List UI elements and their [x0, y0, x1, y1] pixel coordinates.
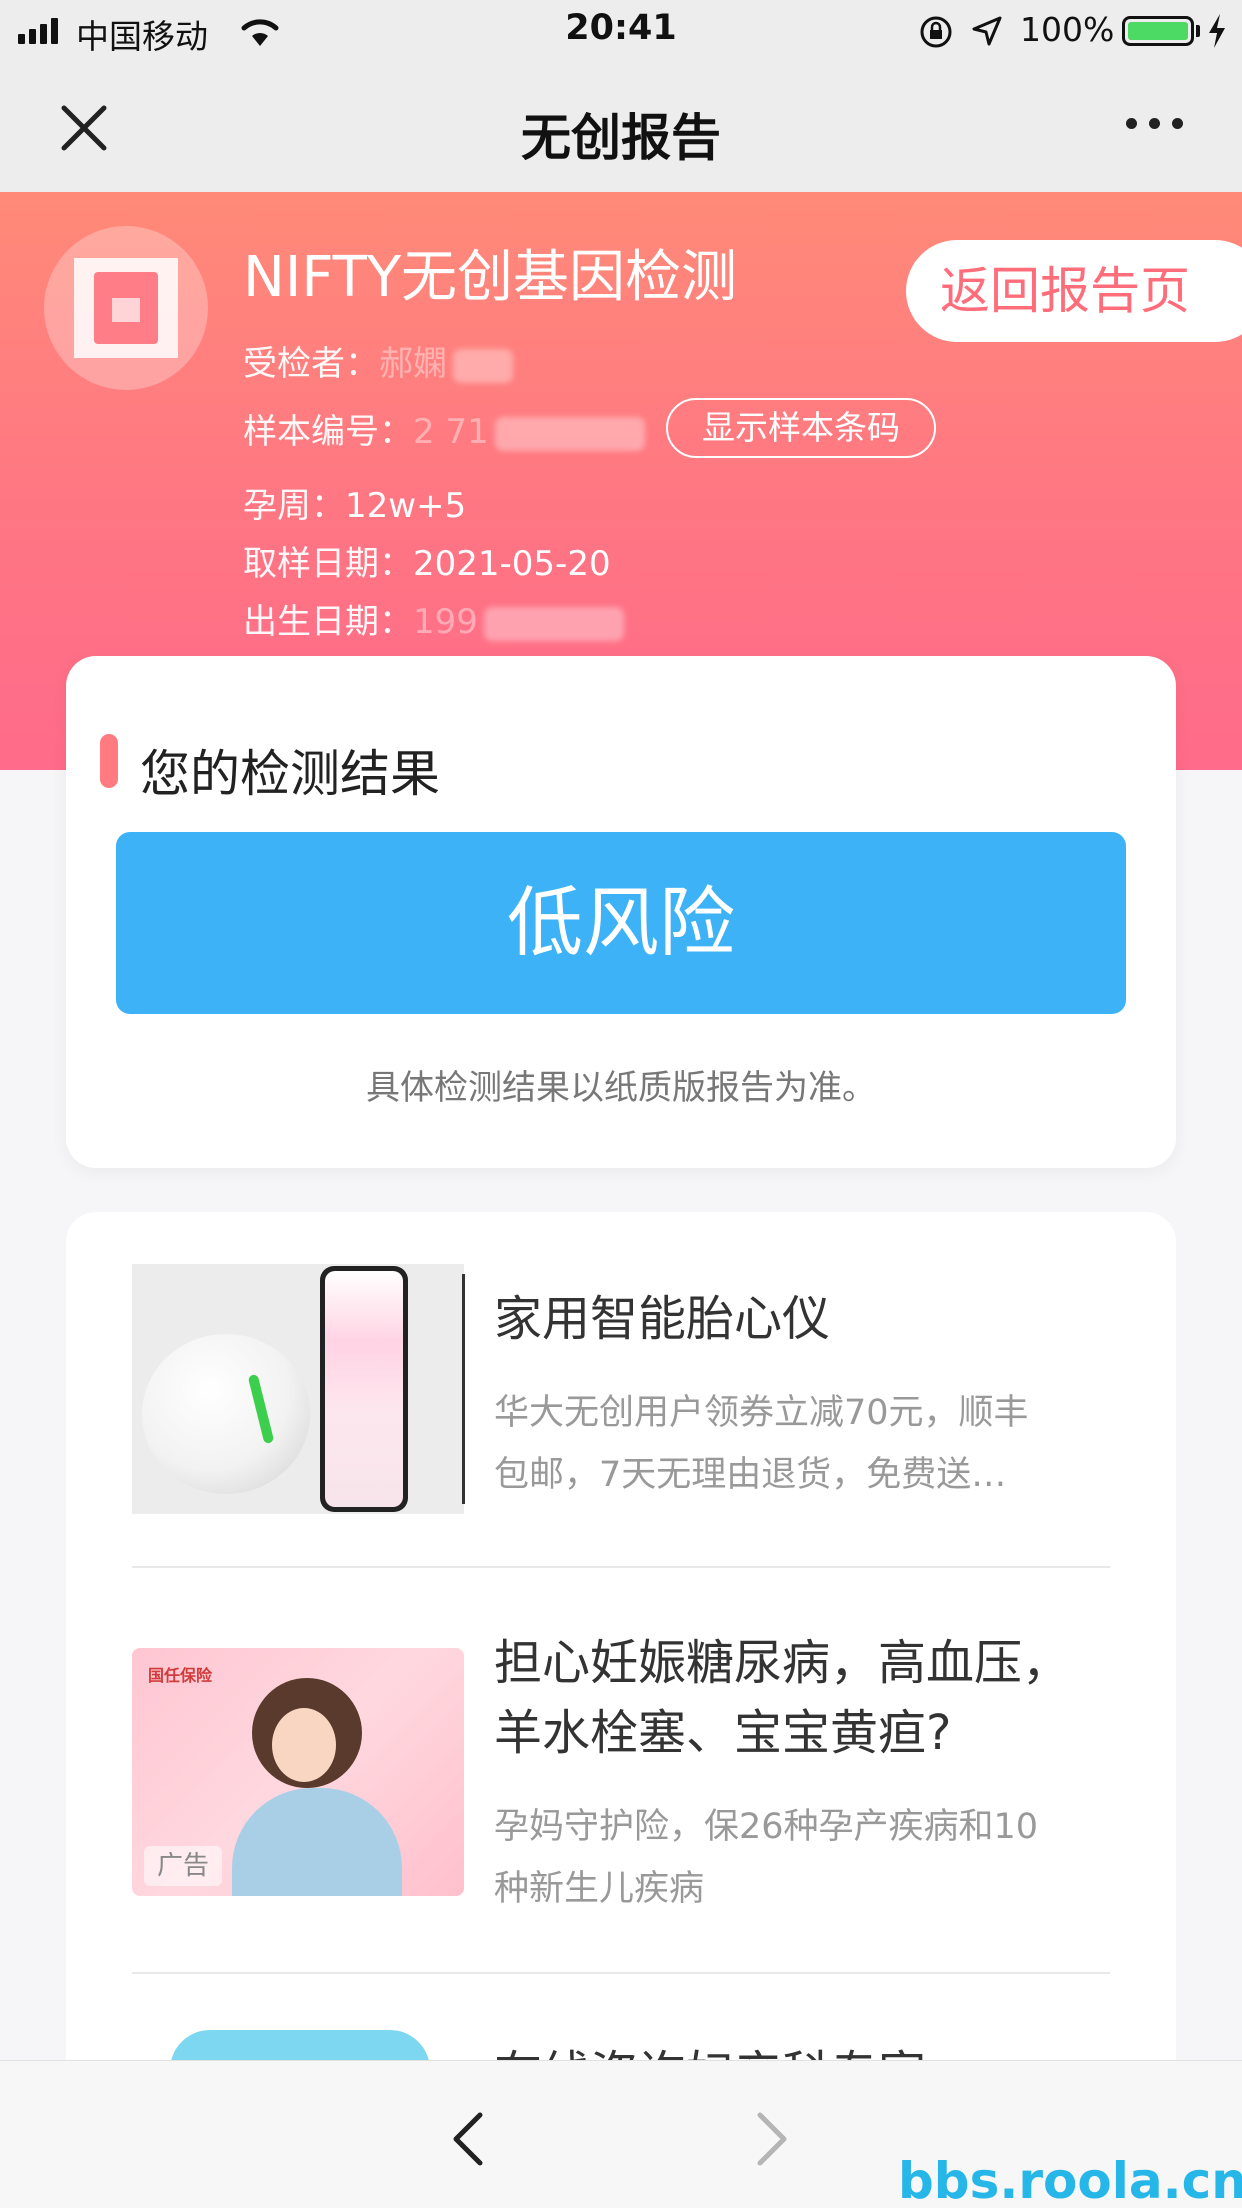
sample-label: 样本编号： [243, 412, 413, 452]
show-barcode-button[interactable]: 显示样本条码 [666, 398, 936, 458]
report-logo [44, 226, 208, 390]
divider [132, 1972, 1110, 1974]
image-divider [462, 1274, 465, 1504]
ad-2-desc-line2: 种新生儿疾病 [494, 1869, 705, 1909]
status-bar: 中国移动 20:41 100% [0, 0, 1242, 62]
battery-tip [1196, 25, 1200, 37]
gestation-value: 12w+5 [345, 486, 467, 526]
ad-2-title-line2[interactable]: 羊水栓塞、宝宝黄疸? [494, 1700, 951, 1766]
location-icon [972, 16, 1002, 46]
sample-value: 2 71 [413, 412, 489, 452]
gestation-label: 孕周： [243, 486, 345, 526]
divider [132, 1566, 1110, 1568]
ad-2-title-line1[interactable]: 担心妊娠糖尿病，高血压， [494, 1630, 1070, 1696]
sample-row: 样本编号：2 71 [243, 404, 645, 453]
sample-date-row: 取样日期：2021-05-20 [243, 536, 611, 585]
ad-1-desc-line1: 华大无创用户领券立减70元，顺丰 [494, 1393, 1029, 1433]
rotation-lock-icon [920, 16, 952, 48]
document-icon [94, 272, 158, 344]
page-title: 无创报告 [521, 109, 721, 167]
more-icon[interactable] [1126, 118, 1183, 129]
ad-2-desc-line1: 孕妈守护险，保26种孕产疾病和10 [494, 1807, 1039, 1847]
insurer-logo: 国任保险 [148, 1666, 213, 1685]
woman-body [232, 1788, 402, 1896]
fetal-doppler-image[interactable] [132, 1264, 464, 1514]
birth-date-label: 出生日期： [243, 602, 413, 642]
result-note: 具体检测结果以纸质版报告为准。 [366, 1068, 876, 1108]
gestation-row: 孕周：12w+5 [243, 478, 466, 527]
result-heading: 您的检测结果 [140, 745, 440, 803]
insurance-ad-image[interactable]: 国任保险 广告 [132, 1648, 464, 1896]
ad-1-title[interactable]: 家用智能胎心仪 [494, 1286, 830, 1352]
chevron-right-icon[interactable] [746, 2109, 796, 2169]
risk-level-banner: 低风险 [116, 832, 1126, 1014]
report-title: NIFTY无创基因检测 [243, 245, 738, 310]
charging-icon [1209, 14, 1225, 48]
heading-accent-bar [100, 734, 118, 788]
woman-face [272, 1708, 336, 1782]
birth-date-row: 出生日期：199 [243, 594, 624, 643]
examinee-value: 郝嫻 [379, 344, 447, 384]
chevron-left-icon[interactable] [444, 2109, 494, 2169]
sample-date-label: 取样日期： [243, 544, 413, 584]
examinee-row: 受检者：郝嫻 [243, 336, 513, 385]
sample-date-value: 2021-05-20 [413, 544, 611, 584]
phone-image [320, 1266, 408, 1512]
result-card: 您的检测结果 低风险 具体检测结果以纸质版报告为准。 [66, 656, 1176, 1168]
nav-bar: 无创报告 [0, 62, 1242, 192]
birth-date-value: 199 [413, 602, 478, 642]
battery-icon [1122, 16, 1194, 46]
battery-percent: 100% [1020, 10, 1115, 49]
return-report-button[interactable]: 返回报告页 [906, 240, 1242, 342]
examinee-label: 受检者： [243, 344, 379, 384]
watermark: bbs.roola.cn [898, 2152, 1242, 2208]
ad-tag: 广告 [144, 1846, 222, 1886]
ad-1-desc-line2: 包邮，7天无理由退货，免费送… [494, 1455, 1007, 1495]
doppler-device [142, 1334, 310, 1494]
